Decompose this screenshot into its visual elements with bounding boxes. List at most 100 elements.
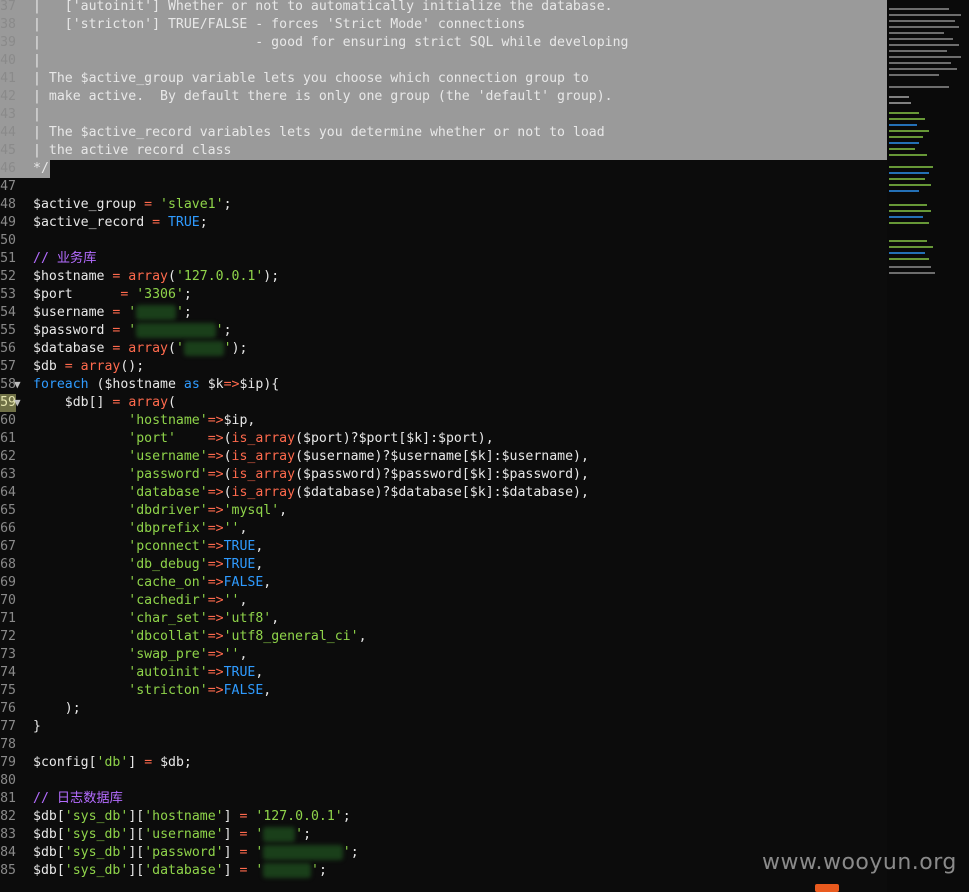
code-line[interactable]: 73 'swap_pre'=>'', (0, 646, 887, 664)
fold-arrow-icon[interactable]: ▼ (14, 376, 21, 394)
code-line[interactable]: 42 | make active. By default there is onl… (0, 88, 887, 106)
code-line[interactable]: 57 $db = array(); (0, 358, 887, 376)
code-line[interactable]: 68 'db_debug'=>TRUE, (0, 556, 887, 574)
code-editor[interactable]: 37 | ['autoinit'] Whether or not to autom… (0, 0, 887, 892)
code-line[interactable]: 48 $active_group = 'slave1'; (0, 196, 887, 214)
code-token: array (128, 269, 168, 284)
code-line[interactable]: 44 | The $active_record variables lets yo… (0, 124, 887, 142)
code-token: = (136, 197, 161, 212)
code-line[interactable]: 66 'dbprefix'=>'', (0, 520, 887, 538)
code-token: $db (64, 395, 89, 410)
code-line[interactable]: 55 $password = ' '; (0, 322, 887, 340)
code-line[interactable]: 65 'dbdriver'=>'mysql', (0, 502, 887, 520)
code-token: | (33, 107, 41, 122)
fold-arrow-icon[interactable]: ▼ (14, 394, 21, 412)
watermark: www.wooyun.org (762, 850, 957, 875)
code-token: $password (390, 467, 462, 482)
code-token: 'dbprefix' (128, 521, 208, 536)
code-line[interactable]: 60 'hostname'=>$ip, (0, 412, 887, 430)
code-token: $active_group (33, 197, 137, 212)
code-line[interactable]: 69 'cache_on'=>FALSE, (0, 574, 887, 592)
code-line[interactable]: 67 'pconnect'=>TRUE, (0, 538, 887, 556)
code-token: ' (342, 845, 351, 860)
code-token: 'database' (144, 863, 224, 878)
code-token: $port (33, 287, 113, 302)
code-line[interactable]: 80 (0, 772, 887, 790)
code-line[interactable]: 70 'cachedir'=>'', (0, 592, 887, 610)
code-line[interactable]: 77} (0, 718, 887, 736)
code-token: [ (56, 863, 65, 878)
code-text: | The $active_record variables lets you … (33, 124, 605, 142)
code-token: => (207, 539, 224, 554)
code-token: ), (573, 467, 589, 482)
code-line[interactable]: 52 $hostname = array('127.0.0.1'); (0, 268, 887, 286)
code-line[interactable]: 85 $db['sys_db']['database'] = ' '; (0, 862, 887, 880)
code-line[interactable]: 50 (0, 232, 887, 250)
code-line[interactable]: 81 // 日志数据库 (0, 790, 887, 808)
code-line[interactable]: 71 'char_set'=>'utf8', (0, 610, 887, 628)
code-token: '127.0.0.1' (175, 269, 264, 284)
code-line[interactable]: 41 | The $active_group variable lets you … (0, 70, 887, 88)
code-line[interactable]: 51 // 业务库 (0, 250, 887, 268)
code-line[interactable]: 61 'port' =>(is_array($port)?$port[$k]:$… (0, 430, 887, 448)
line-number: 73 (0, 647, 16, 662)
code-token: TRUE (167, 215, 200, 230)
code-line[interactable]: 76 ); (0, 700, 887, 718)
code-line[interactable]: 84 $db['sys_db']['password'] = ' '; (0, 844, 887, 862)
code-line[interactable]: 37 | ['autoinit'] Whether or not to autom… (0, 0, 887, 16)
code-token: 'swap_pre' (128, 647, 208, 662)
code-token: => (207, 629, 224, 644)
code-token: , (247, 413, 256, 428)
code-line[interactable]: 83 $db['sys_db']['username'] = ' '; (0, 826, 887, 844)
code-token: , (271, 611, 280, 626)
code-token: ( (295, 449, 304, 464)
code-line[interactable]: 78 (0, 736, 887, 754)
code-token: $password (303, 467, 375, 482)
code-token: 'hostname' (144, 809, 224, 824)
code-token: $config (33, 755, 89, 770)
code-line[interactable]: 79 $config['db'] = $db; (0, 754, 887, 772)
code-line[interactable]: 74 'autoinit'=>TRUE, (0, 664, 887, 682)
code-line[interactable]: 40 | (0, 52, 887, 70)
code-token: => (207, 557, 224, 572)
code-text: } (33, 718, 41, 736)
code-text: $database = array(' '); (33, 340, 247, 358)
code-token: $db (33, 863, 57, 878)
code-token: FALSE (223, 575, 264, 590)
line-number: 64 (0, 485, 16, 500)
line-number: 65 (0, 503, 16, 518)
code-line[interactable]: 62 'username'=>(is_array($username)?$use… (0, 448, 887, 466)
line-number: 61 (0, 431, 16, 446)
code-token: , (239, 593, 248, 608)
code-token: => (207, 503, 224, 518)
code-token: $database (501, 485, 574, 500)
code-line[interactable]: 59 ▼ $db[] = array( (0, 394, 887, 412)
line-number: 62 (0, 449, 16, 464)
code-line[interactable]: 39 | - good for ensuring strict SQL while… (0, 34, 887, 52)
code-line[interactable]: 63 'password'=>(is_array($password)?$pas… (0, 466, 887, 484)
code-line[interactable]: 53 $port = '3306'; (0, 286, 887, 304)
line-number: 52 (0, 269, 16, 284)
code-line[interactable]: 38 | ['stricton'] TRUE/FALSE - forces 'St… (0, 16, 887, 34)
code-line[interactable]: 46 */ (0, 160, 50, 178)
code-token: 'sys_db' (64, 845, 129, 860)
code-line[interactable]: 49 $active_record = TRUE; (0, 214, 887, 232)
code-line[interactable]: 82 $db['sys_db']['hostname'] = '127.0.0.1… (0, 808, 887, 826)
code-token: [] (88, 395, 105, 410)
code-token: ' (175, 305, 184, 320)
code-line[interactable]: 47 (0, 178, 887, 196)
code-text: $username = ' '; (33, 304, 192, 322)
code-line[interactable]: 43 | (0, 106, 887, 124)
code-line[interactable]: 75 'stricton'=>FALSE, (0, 682, 887, 700)
minimap[interactable] (887, 0, 969, 892)
code-token: ; (350, 845, 359, 860)
code-line[interactable]: 45 | the active record class (0, 142, 887, 160)
code-line[interactable]: 54 $username = ' '; (0, 304, 887, 322)
code-line[interactable]: 56 $database = array(' '); (0, 340, 887, 358)
code-line[interactable]: 58 ▼ foreach ($hostname as $k=>$ip){ (0, 376, 887, 394)
code-line[interactable]: 64 'database'=>(is_array($database)?$dat… (0, 484, 887, 502)
code-line[interactable]: 72 'dbcollat'=>'utf8_general_ci', (0, 628, 887, 646)
